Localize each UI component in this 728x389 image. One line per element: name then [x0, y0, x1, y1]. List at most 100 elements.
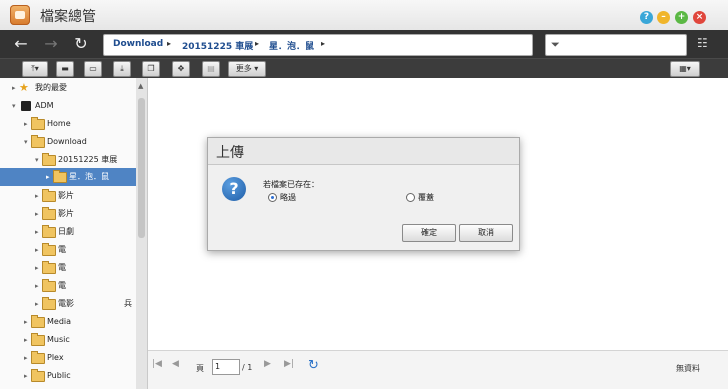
folder-icon — [42, 297, 56, 310]
dialog-prompt: 若檔案已存在： — [263, 180, 319, 189]
folder-icon — [42, 279, 56, 292]
folder-icon — [42, 243, 56, 256]
menu-icon[interactable]: ☷ — [697, 36, 708, 50]
breadcrumb-separator-icon: ▸ — [167, 39, 172, 48]
more-dropdown[interactable]: 更多 ▾ — [228, 61, 266, 77]
expand-arrow-icon[interactable]: ▸ — [24, 349, 28, 367]
download-button[interactable]: ⤓ — [113, 61, 131, 77]
next-page-icon[interactable]: ▶ — [264, 359, 271, 369]
minimize-icon[interactable]: – — [657, 11, 670, 24]
folder-icon — [31, 333, 45, 346]
tree-item-media[interactable]: ▸ Media — [0, 313, 136, 331]
expand-arrow-icon[interactable]: ▸ — [24, 331, 28, 349]
first-page-icon[interactable]: |◀ — [152, 359, 162, 369]
skip-label[interactable]: 略過 — [280, 192, 296, 203]
folder-icon — [31, 369, 45, 382]
tree-item[interactable]: ▸ 電 — [0, 259, 136, 277]
file-explorer-icon — [10, 5, 30, 25]
tree-item-adm[interactable]: ▾ ADM — [0, 97, 136, 115]
expand-arrow-icon[interactable]: ▸ — [12, 79, 16, 97]
expand-arrow-icon[interactable]: ▸ — [35, 241, 39, 259]
expand-arrow-icon[interactable]: ▸ — [35, 187, 39, 205]
tree-item[interactable]: ▸ 影片 — [0, 187, 136, 205]
expand-arrow-icon[interactable]: ▸ — [46, 168, 50, 186]
pagination-bar: |◀ ◀ 頁 1 / 1 ▶ ▶| ↻ 無資料 — [148, 350, 728, 389]
tree-item[interactable]: ▸ 日劇 — [0, 223, 136, 241]
upload-button[interactable]: ⤒▾ — [22, 61, 48, 77]
expand-arrow-icon[interactable]: ▸ — [24, 367, 28, 385]
skip-radio[interactable] — [268, 193, 277, 202]
forward-arrow-icon[interactable]: → — [40, 34, 62, 54]
collapse-arrow-icon[interactable]: ▾ — [24, 133, 28, 151]
expand-arrow-icon[interactable]: ▸ — [24, 313, 28, 331]
tree-item[interactable]: ▸ 電 — [0, 241, 136, 259]
expand-arrow-icon[interactable]: ▸ — [35, 205, 39, 223]
tree-item-download[interactable]: ▾ Download — [0, 133, 136, 151]
folder-icon — [53, 170, 67, 183]
page-label: 頁 — [196, 364, 204, 373]
folder-icon — [42, 153, 56, 166]
toolbar: ⤒▾ ▬ ▭ ⤓ ❐ ✥ ▤ 更多 ▾ ▦▾ — [0, 58, 728, 79]
close-icon[interactable]: × — [693, 11, 706, 24]
overwrite-label[interactable]: 覆蓋 — [418, 192, 434, 203]
question-icon: ? — [222, 177, 246, 201]
more-label: 更多 — [235, 64, 252, 73]
move-button[interactable]: ✥ — [172, 61, 190, 77]
tree-item-plex[interactable]: ▸ Plex — [0, 349, 136, 367]
folder-icon — [42, 207, 56, 220]
filter-icon: ⏷ — [551, 38, 560, 51]
breadcrumb-item-current[interactable]: 星．泡．鼠 — [269, 39, 314, 52]
expand-arrow-icon[interactable]: ▸ — [35, 277, 39, 295]
overwrite-radio[interactable] — [406, 193, 415, 202]
folder-tree: ▸ ★ 我的最愛 ▾ ADM ▸ Home ▾ Download ▾ 20151… — [0, 78, 137, 389]
properties-button[interactable]: ▤ — [202, 61, 220, 77]
last-page-icon[interactable]: ▶| — [284, 359, 294, 369]
folder-icon — [42, 225, 56, 238]
scroll-up-icon[interactable]: ▲ — [138, 82, 143, 90]
collapse-arrow-icon[interactable]: ▾ — [12, 97, 16, 115]
filter-input[interactable]: ⏷ — [545, 34, 687, 56]
expand-arrow-icon[interactable]: ▸ — [35, 259, 39, 277]
breadcrumb: Download ▸ 20151225 車展 ▸ 星．泡．鼠 ▸ — [103, 34, 533, 56]
help-icon[interactable]: ? — [640, 11, 653, 24]
navigation-bar: ← → ↻ Download ▸ 20151225 車展 ▸ 星．泡．鼠 ▸ ⏷… — [0, 30, 728, 58]
breadcrumb-separator-icon: ▸ — [321, 39, 326, 48]
tree-item-car-show[interactable]: ▾ 20151225 車展 — [0, 151, 136, 169]
folder-icon — [42, 261, 56, 274]
dialog-header: 上傳 — [208, 138, 519, 165]
expand-arrow-icon[interactable]: ▸ — [35, 295, 39, 313]
expand-arrow-icon[interactable]: ▸ — [35, 223, 39, 241]
tree-item-home[interactable]: ▸ Home — [0, 115, 136, 133]
page-number-input[interactable]: 1 — [212, 359, 240, 375]
folder-action-button[interactable]: ▭ — [84, 61, 102, 77]
tree-item[interactable]: ▸ 影片 — [0, 205, 136, 223]
file-manager-window: 檔案總管 ? – + × ← → ↻ Download ▸ 20151225 車… — [0, 0, 728, 389]
folder-icon — [31, 135, 45, 148]
tree-item-music[interactable]: ▸ Music — [0, 331, 136, 349]
tree-scrollbar[interactable]: ▲ — [136, 78, 148, 389]
tree-item-favorites[interactable]: ▸ ★ 我的最愛 — [0, 79, 136, 97]
breadcrumb-item-download[interactable]: Download — [113, 39, 163, 49]
refresh-icon[interactable]: ↻ — [308, 358, 319, 373]
breadcrumb-item-folder[interactable]: 20151225 車展 — [182, 39, 253, 52]
scrollbar-thumb[interactable] — [138, 98, 145, 238]
expand-arrow-icon[interactable]: ▸ — [24, 115, 28, 133]
maximize-icon[interactable]: + — [675, 11, 688, 24]
dialog-title: 上傳 — [216, 145, 244, 161]
tree-item[interactable]: ▸ 電影 兵 — [0, 295, 136, 313]
ok-button[interactable]: 確定 — [402, 224, 456, 242]
upload-dialog: 上傳 ? 若檔案已存在： 略過 覆蓋 確定 取消 — [207, 137, 520, 251]
new-folder-button[interactable]: ▬ — [56, 61, 74, 77]
refresh-icon[interactable]: ↻ — [70, 34, 92, 54]
tree-item-selected-folder[interactable]: ▸ 星．泡．鼠 — [0, 168, 136, 186]
collapse-arrow-icon[interactable]: ▾ — [35, 151, 39, 169]
copy-button[interactable]: ❐ — [142, 61, 160, 77]
view-mode-dropdown[interactable]: ▦▾ — [670, 61, 700, 77]
breadcrumb-separator-icon: ▸ — [255, 39, 260, 48]
previous-page-icon[interactable]: ◀ — [172, 359, 179, 369]
folder-icon — [31, 315, 45, 328]
tree-item-public[interactable]: ▸ Public — [0, 367, 136, 385]
back-arrow-icon[interactable]: ← — [10, 34, 32, 54]
tree-item[interactable]: ▸ 電 — [0, 277, 136, 295]
cancel-button[interactable]: 取消 — [459, 224, 513, 242]
